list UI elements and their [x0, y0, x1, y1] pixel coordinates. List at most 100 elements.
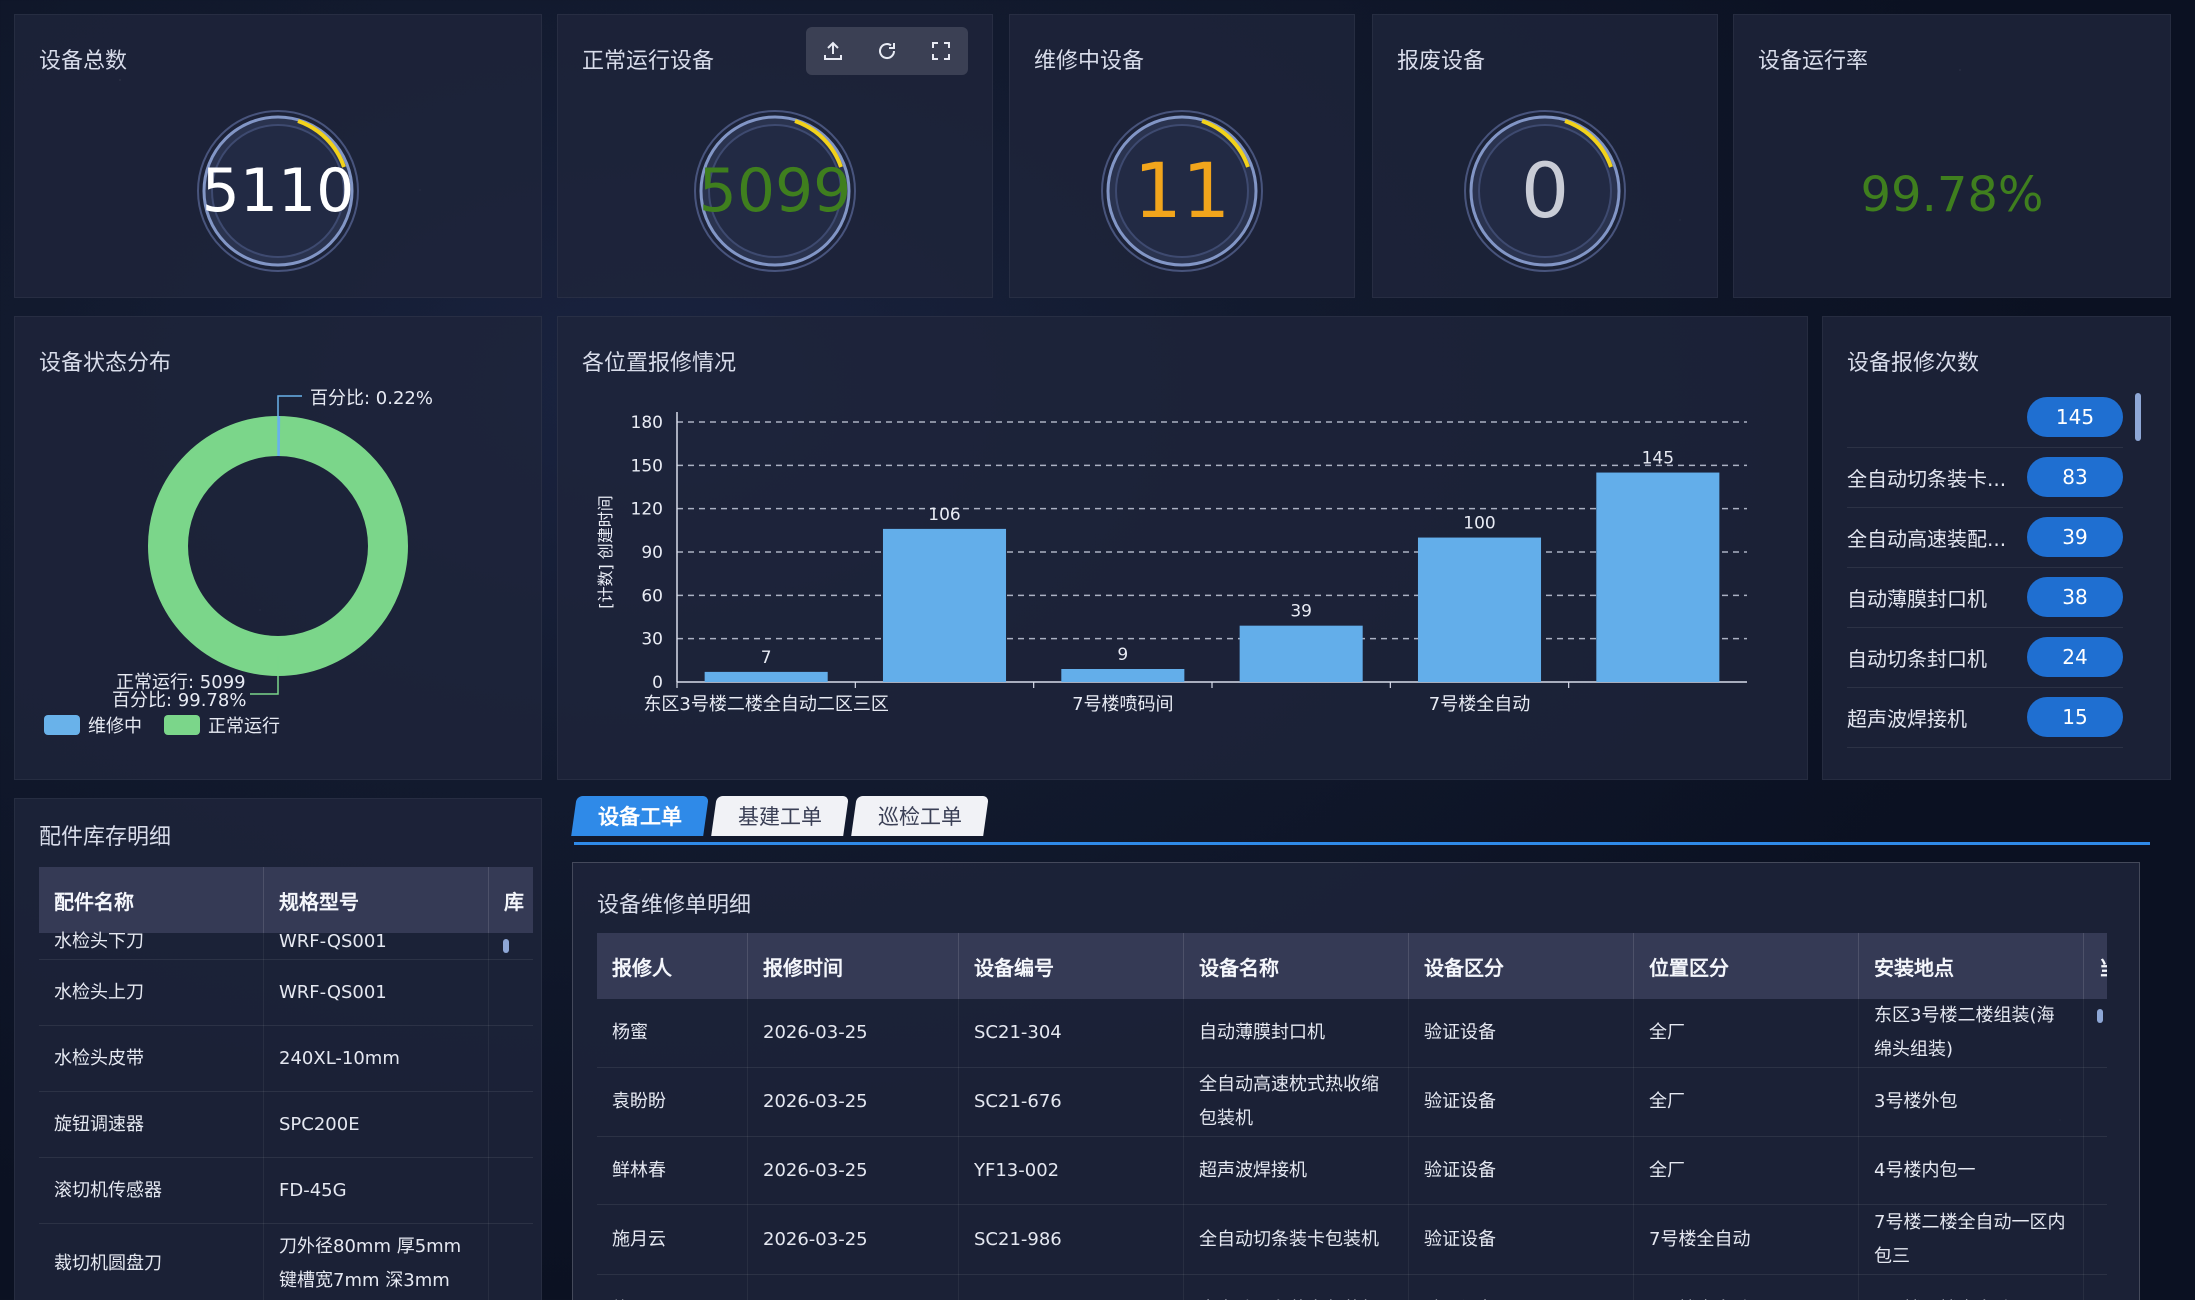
repair-count-panel: 设备报修次数 145 全自动切条装卡... 83 全自动高速装配... 39 自…: [1822, 316, 2171, 780]
tab-underline: [574, 842, 2150, 845]
cell-equipment-type: 验证设备: [1408, 999, 1634, 1068]
legend-label-normal[interactable]: 正常运行: [208, 712, 280, 738]
kpi-title: 设备总数: [39, 49, 128, 74]
bar: [882, 528, 1007, 682]
cell-part-name: 水检头下刀: [39, 933, 264, 960]
data-label: 9: [1117, 645, 1128, 665]
cell-location-type: 全厂: [1633, 999, 1859, 1068]
orders-table: 报修人 报修时间 设备编号 设备名称 设备区分 位置区分 安装地点 当 杨蜜 2…: [597, 933, 2107, 1300]
col-header-part-name[interactable]: 配件名称: [39, 867, 264, 933]
table-row[interactable]: 鲜林春 2026-03-25 YF13-002 超声波焊接机 验证设备 全厂 4…: [597, 1136, 2107, 1205]
rank-row[interactable]: 自动薄膜封口机 38: [1847, 567, 2123, 628]
rank-count-badge: 15: [2027, 697, 2123, 737]
rank-count-badge: 38: [2027, 577, 2123, 617]
col-header-reporter[interactable]: 报修人: [597, 933, 748, 999]
parts-scrollbar[interactable]: [503, 939, 509, 953]
tab-equipment-orders[interactable]: 设备工单: [571, 796, 709, 836]
cell-install-place: 7号楼二楼全自动一区: [1858, 1274, 2084, 1300]
cell-part-name: 水检头皮带: [39, 1025, 264, 1092]
cell-equipment-code: SC21-985: [958, 1274, 1184, 1300]
rank-row[interactable]: 全自动高速装配... 39: [1847, 507, 2123, 568]
y-tick-label: 90: [641, 543, 663, 563]
bar: [1596, 472, 1720, 682]
table-row[interactable]: 裁切机圆盘刀 刀外径80mm 厚5mm 键槽宽7mm 深3mm: [39, 1223, 533, 1300]
kpi-card-scrapped: 报废设备 0: [1372, 14, 1718, 298]
rank-row[interactable]: 自动切条封口机 24: [1847, 627, 2123, 688]
cell-reporter: 杨蜜: [597, 999, 748, 1068]
status-donut-chart: [148, 395, 408, 695]
parts-table: 配件名称 规格型号 库 水检头下刀 WRF-QS001 水检头上刀 WRF-QS…: [39, 867, 533, 1300]
data-label: 100: [1463, 514, 1495, 534]
cell-equipment-name: 全自动切条装卡包装机: [1183, 1204, 1409, 1275]
donut-callout-bottom-percent: 百分比: 99.78%: [112, 690, 247, 711]
kpi-title: 报废设备: [1397, 49, 1486, 74]
location-repair-bar-chart: 0 30 60 90 120 150 180 [计数] 创建时间 7 东区3号楼二楼全自动二区三区…: [596, 412, 1747, 715]
table-row[interactable]: 旋钮调速器 SPC200E: [39, 1091, 533, 1158]
tab-construction-orders[interactable]: 基建工单: [711, 796, 849, 836]
rank-count-badge: 24: [2027, 637, 2123, 677]
rank-name: 自动薄膜封口机: [1847, 586, 1987, 611]
col-header-equipment-type[interactable]: 设备区分: [1408, 933, 1634, 999]
cell-equipment-type: 验证设备: [1408, 1067, 1634, 1137]
cell-report-time: 2026-03-25: [747, 1067, 959, 1137]
cell-location-type: 7号楼全自动: [1633, 1274, 1859, 1300]
cell-report-time: 2026-03-25: [747, 1274, 959, 1300]
rank-row[interactable]: 全自动切条装卡... 83: [1847, 447, 2123, 508]
x-tick-label: 7号楼喷码间: [1072, 694, 1173, 715]
kpi-card-rate: 设备运行率 99.78%: [1733, 14, 2171, 298]
fullscreen-icon[interactable]: [924, 34, 958, 68]
col-header-equipment-name[interactable]: 设备名称: [1183, 933, 1409, 999]
parts-inventory-panel: 配件库存明细 配件名称 规格型号 库 水检头下刀 WRF-QS001 水检头上刀…: [14, 798, 542, 1300]
kpi-ring: 11: [1098, 107, 1266, 275]
parts-table-viewport: 配件名称 规格型号 库 水检头下刀 WRF-QS001 水检头上刀 WRF-QS…: [39, 867, 533, 1300]
col-header-report-time[interactable]: 报修时间: [747, 933, 959, 999]
cell-reporter: 袁盼盼: [597, 1067, 748, 1137]
col-header-stock[interactable]: 库: [488, 867, 533, 933]
tab-inspection-orders[interactable]: 巡检工单: [851, 796, 989, 836]
y-tick-label: 0: [652, 673, 663, 693]
col-header-spec[interactable]: 规格型号: [263, 867, 489, 933]
legend-swatch-normal[interactable]: [164, 715, 200, 735]
table-row[interactable]: 袁盼盼 2026-03-25 SC21-676 全自动高速枕式热收缩包装机 验证…: [597, 1067, 2107, 1137]
panel-title: 设备维修单明细: [597, 893, 752, 918]
legend-swatch-repairing[interactable]: [44, 715, 80, 735]
table-row[interactable]: 杨蜜 2026-03-25 SC21-304 自动薄膜封口机 验证设备 全厂 东…: [597, 999, 2107, 1068]
legend-label-repairing[interactable]: 维修中: [88, 712, 142, 738]
refresh-icon[interactable]: [870, 34, 904, 68]
cell-reporter: 鲜林春: [597, 1136, 748, 1205]
cell-install-place: 7号楼二楼全自动一区内包三: [1858, 1204, 2084, 1275]
orders-scrollbar[interactable]: [2097, 1009, 2103, 1023]
rank-row[interactable]: 超声波焊接机 15: [1847, 687, 2123, 748]
data-label: 106: [928, 505, 960, 525]
rank-scrollbar[interactable]: [2135, 393, 2141, 441]
kpi-title: 正常运行设备: [582, 49, 715, 74]
orders-table-viewport: 报修人 报修时间 设备编号 设备名称 设备区分 位置区分 安装地点 当 杨蜜 2…: [597, 933, 2107, 1300]
col-header-install-place[interactable]: 安装地点: [1858, 933, 2084, 999]
data-label: 145: [1642, 449, 1674, 469]
export-icon[interactable]: [816, 34, 850, 68]
cell-spec: 刀外径80mm 厚5mm 键槽宽7mm 深3mm: [263, 1223, 489, 1300]
table-row[interactable]: 水检头上刀 WRF-QS001: [39, 959, 533, 1026]
table-row[interactable]: 施月云 2026-03-25 SC21-985 全自动切条装卡包装机 验证设备 …: [597, 1274, 2107, 1300]
kpi-title: 设备运行率: [1758, 49, 1869, 74]
col-header-location-type[interactable]: 位置区分: [1633, 933, 1859, 999]
y-tick-label: 180: [631, 413, 663, 433]
table-row[interactable]: 施月云 2026-03-25 SC21-986 全自动切条装卡包装机 验证设备 …: [597, 1204, 2107, 1275]
cell-part-name: 裁切机圆盘刀: [39, 1223, 264, 1300]
rank-row[interactable]: 145: [1847, 387, 2123, 448]
table-row[interactable]: 水检头皮带 240XL-10mm: [39, 1025, 533, 1092]
bar: [1239, 625, 1363, 682]
cell-spec: SPC200E: [263, 1091, 489, 1158]
table-row[interactable]: 水检头下刀 WRF-QS001: [39, 933, 533, 960]
donut-legend: 维修中 正常运行: [44, 712, 280, 738]
kpi-card-repairing: 维修中设备 11: [1009, 14, 1355, 298]
table-row[interactable]: 滚切机传感器 FD-45G: [39, 1157, 533, 1224]
cell-spec: WRF-QS001: [263, 933, 489, 960]
tab-label: 巡检工单: [878, 805, 962, 829]
kpi-card-normal: 正常运行设备 5099: [557, 14, 993, 298]
kpi-value: 5110: [201, 156, 355, 226]
donut-slice-normal: [148, 416, 408, 676]
bar: [1061, 669, 1185, 682]
col-header-equipment-code[interactable]: 设备编号: [958, 933, 1184, 999]
col-header-current[interactable]: 当: [2083, 933, 2107, 999]
